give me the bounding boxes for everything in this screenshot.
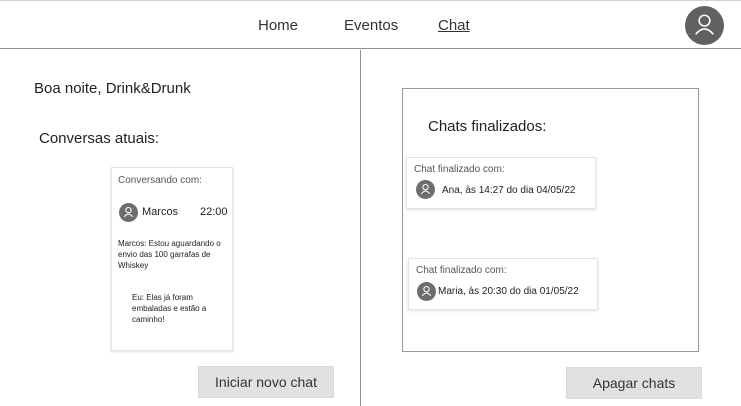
finished-chats-heading: Chats finalizados: [428, 118, 547, 135]
new-chat-button[interactable]: Iniciar novo chat [198, 366, 334, 398]
user-icon [123, 206, 134, 218]
contact-avatar [417, 282, 436, 301]
delete-chats-button[interactable]: Apagar chats [566, 367, 702, 399]
nav-home-link[interactable]: Home [258, 17, 298, 34]
incoming-message: Marcos: Estou aguardando o envio das 100… [118, 239, 221, 270]
finished-chat-item[interactable]: Chat finalizado com: Ana, às 14:27 do di… [406, 157, 596, 209]
current-chat-card[interactable]: Conversando com: Marcos 22:00 Marcos: Es… [111, 167, 233, 351]
user-icon [695, 14, 714, 35]
chat-time: 22:00 [200, 206, 228, 218]
user-icon [421, 285, 432, 297]
nav-chat-link[interactable]: Chat [438, 17, 470, 34]
finished-chat-details: Maria, às 20:30 do dia 01/05/22 [438, 286, 579, 297]
contact-avatar [416, 180, 435, 199]
contact-avatar [119, 203, 138, 222]
greeting-text: Boa noite, Drink&Drunk [34, 80, 191, 97]
finished-chat-details: Ana, às 14:27 do dia 04/05/22 [442, 185, 576, 196]
finished-chat-item[interactable]: Chat finalizado com: Maria, às 20:30 do … [408, 258, 598, 310]
outgoing-message: Eu: Elas já foram embaladas e estão a ca… [132, 293, 207, 324]
chat-card-title: Conversando com: [118, 175, 202, 186]
current-conversations-heading: Conversas atuais: [39, 130, 160, 147]
finished-chat-title: Chat finalizado com: [414, 164, 505, 175]
profile-avatar-button[interactable] [685, 6, 724, 45]
nav-eventos-link[interactable]: Eventos [344, 17, 398, 34]
finished-chat-title: Chat finalizado com: [416, 265, 507, 276]
contact-name: Marcos [142, 206, 179, 218]
top-navbar: Home Eventos Chat [0, 0, 741, 49]
user-icon [420, 183, 431, 195]
vertical-divider [360, 50, 361, 406]
